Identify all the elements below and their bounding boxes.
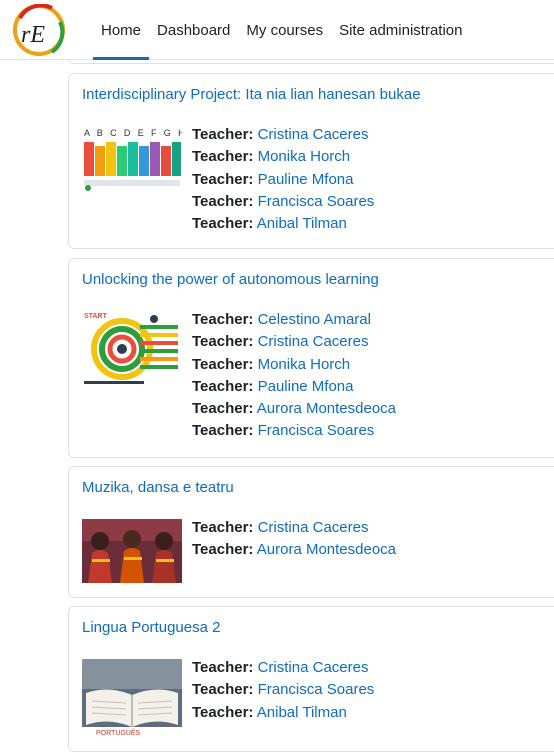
teacher-label: Teacher:: [192, 400, 254, 418]
primary-navigation: Home Dashboard My courses Site administr…: [93, 0, 471, 60]
teacher-label: Teacher:: [192, 519, 254, 536]
nav-site-administration[interactable]: Site administration: [331, 0, 470, 60]
teacher-row: Teacher: Cristina Caceres: [192, 331, 396, 353]
teacher-row: Teacher: Pauline Mfona: [192, 169, 374, 191]
course-title-link[interactable]: Lingua Portuguesa 2: [82, 619, 220, 636]
teacher-name-link[interactable]: Pauline Mfona: [258, 171, 354, 188]
teacher-name-link[interactable]: Cristina Caceres: [258, 519, 369, 536]
course-card: Muzika, dansa e teatru Teacher: Cristina…: [68, 466, 554, 598]
teacher-label: Teacher:: [192, 703, 254, 721]
teacher-label: Teacher:: [192, 192, 254, 210]
teacher-row: Teacher: Monika Horch: [192, 146, 374, 168]
teacher-label: Teacher:: [192, 126, 254, 143]
teacher-name-link[interactable]: Cristina Caceres: [258, 659, 369, 676]
teacher-name-link[interactable]: Aurora Montesdeoca: [257, 400, 396, 417]
teacher-label: Teacher:: [192, 170, 254, 188]
teacher-name-link[interactable]: Francisca Soares: [258, 193, 375, 210]
course-thumbnail[interactable]: START: [82, 311, 182, 387]
teacher-row: Teacher: Francisca Soares: [192, 191, 374, 213]
teacher-name-link[interactable]: Anibal Tilman: [257, 215, 347, 232]
course-card: Unlocking the power of autonomous learni…: [68, 258, 554, 458]
svg-text:A B C D E F G H I: A B C D E F G H I: [84, 128, 182, 138]
teacher-list: Teacher: Cristina Caceres Teacher: Auror…: [192, 517, 396, 562]
dancers-photo-icon: [82, 519, 182, 583]
teacher-label: Teacher:: [192, 333, 254, 351]
teacher-name-link[interactable]: Cristina Caceres: [258, 126, 369, 143]
svg-text:PORTUGUÊS: PORTUGUÊS: [96, 728, 141, 737]
logo-letter-r: rE: [21, 22, 45, 48]
teacher-label: Teacher:: [192, 215, 254, 233]
teacher-name-link[interactable]: Cristina Caceres: [258, 333, 369, 350]
teacher-list: Teacher: Cristina Caceres Teacher: Monik…: [192, 124, 374, 235]
teacher-name-link[interactable]: Monika Horch: [258, 356, 351, 373]
teacher-row: Teacher: Cristina Caceres: [192, 517, 396, 539]
teacher-name-link[interactable]: Francisca Soares: [258, 422, 375, 439]
teacher-label: Teacher:: [192, 377, 254, 395]
top-navbar: rE Home Dashboard My courses Site admini…: [0, 0, 554, 60]
teacher-label: Teacher:: [192, 659, 254, 676]
teacher-row: Teacher: Celestino Amaral: [192, 309, 396, 331]
teacher-row: Teacher: Anibal Tilman: [192, 702, 374, 724]
course-title-link[interactable]: Muzika, dansa e teatru: [82, 479, 234, 496]
svg-text:START: START: [84, 313, 108, 320]
course-title-link[interactable]: Unlocking the power of autonomous learni…: [82, 271, 379, 288]
course-title-link[interactable]: Interdisciplinary Project: Ita nia lian …: [82, 86, 421, 103]
course-card: Lingua Portuguesa 2 PORTUGUÊS Teacher: C…: [68, 606, 554, 752]
teacher-row: Teacher: Monika Horch: [192, 354, 396, 376]
course-thumbnail[interactable]: A B C D E F G H I: [82, 126, 194, 192]
course-thumbnail[interactable]: [82, 519, 182, 583]
teacher-row: Teacher: Cristina Caceres: [192, 657, 374, 679]
teacher-row: Teacher: Anibal Tilman: [192, 213, 374, 235]
teacher-label: Teacher:: [192, 681, 254, 699]
teacher-label: Teacher:: [192, 541, 254, 559]
teacher-name-link[interactable]: Monika Horch: [258, 148, 351, 165]
teacher-name-link[interactable]: Francisca Soares: [258, 681, 375, 698]
open-book-photo-icon: PORTUGUÊS: [82, 659, 182, 737]
teacher-label: Teacher:: [192, 148, 254, 166]
teacher-row: Teacher: Aurora Montesdeoca: [192, 398, 396, 420]
teacher-name-link[interactable]: Celestino Amaral: [258, 311, 371, 328]
teacher-name-link[interactable]: Anibal Tilman: [257, 704, 347, 721]
teacher-list: Teacher: Cristina Caceres Teacher: Franc…: [192, 657, 374, 724]
teacher-row: Teacher: Francisca Soares: [192, 679, 374, 701]
teacher-row: Teacher: Francisca Soares: [192, 420, 396, 442]
autonomous-learning-chart-icon: START: [82, 311, 182, 387]
site-logo-icon[interactable]: rE: [12, 3, 66, 56]
teacher-row: Teacher: Aurora Montesdeoca: [192, 539, 396, 561]
teacher-label: Teacher:: [192, 355, 254, 373]
course-thumbnail[interactable]: PORTUGUÊS: [82, 659, 182, 737]
nav-dashboard[interactable]: Dashboard: [149, 0, 238, 60]
course-card: Interdisciplinary Project: Ita nia lian …: [68, 73, 554, 249]
left-gutter: [0, 60, 68, 756]
nav-home[interactable]: Home: [93, 0, 150, 60]
teacher-label: Teacher:: [192, 422, 254, 440]
teacher-name-link[interactable]: Pauline Mfona: [258, 378, 354, 395]
alphabet-chart-icon: A B C D E F G H I: [82, 126, 194, 192]
teacher-list: Teacher: Celestino Amaral Teacher: Crist…: [192, 309, 396, 443]
teacher-label: Teacher:: [192, 311, 254, 328]
teacher-row: Teacher: Pauline Mfona: [192, 376, 396, 398]
nav-my-courses[interactable]: My courses: [238, 0, 331, 60]
teacher-row: Teacher: Cristina Caceres: [192, 124, 374, 146]
teacher-name-link[interactable]: Aurora Montesdeoca: [257, 541, 396, 558]
